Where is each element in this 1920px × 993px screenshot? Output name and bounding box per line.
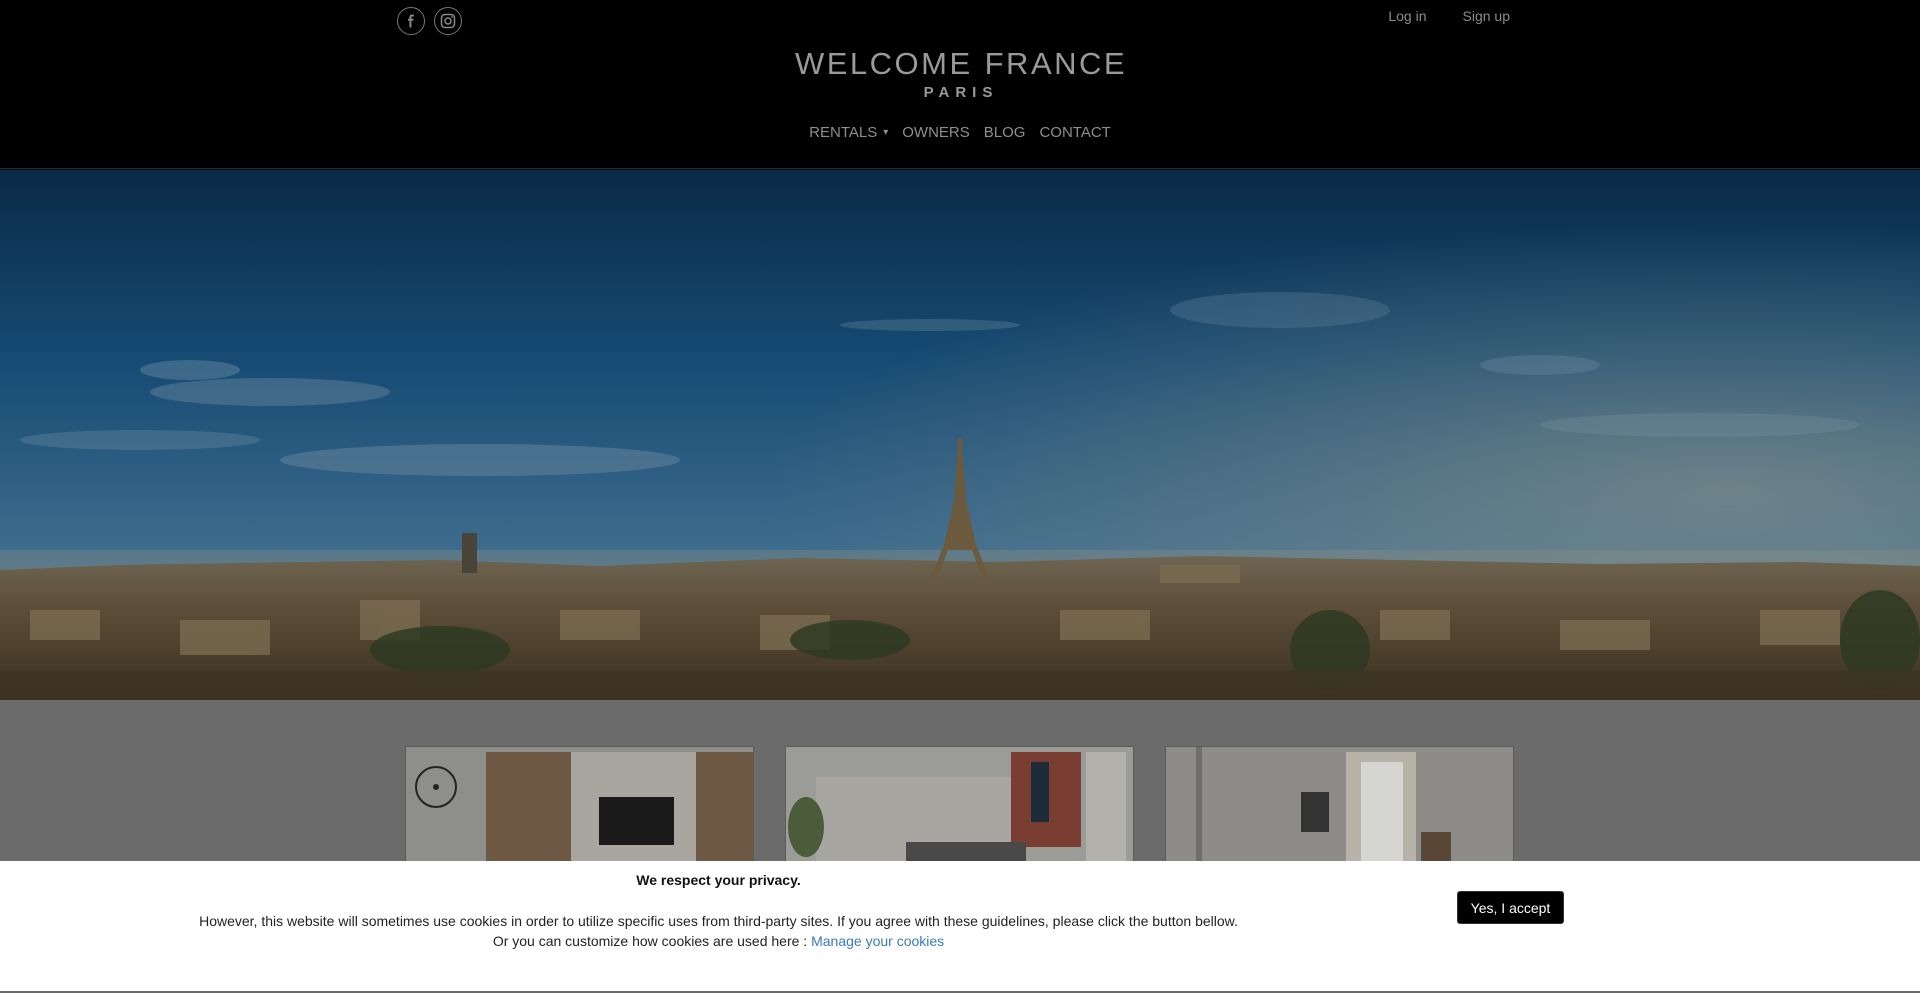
- cookie-line-2: Or you can customize how cookies are use…: [0, 931, 1437, 951]
- nav-blog[interactable]: BLOG: [984, 124, 1026, 141]
- cookie-title: We respect your privacy.: [636, 872, 801, 888]
- main-nav: RENTALS ▾ OWNERS BLOG CONTACT: [0, 124, 1920, 141]
- hero-banner: [0, 170, 1920, 700]
- cookie-message: However, this website will sometimes use…: [0, 911, 1437, 951]
- nav-contact[interactable]: CONTACT: [1039, 124, 1110, 141]
- logo-text-left: WELCOME: [794, 46, 973, 81]
- listing-card[interactable]: [1165, 746, 1514, 866]
- listing-photo-image: [1166, 747, 1513, 865]
- cookie-banner: We respect your privacy. However, this w…: [0, 861, 1920, 991]
- site-logo[interactable]: WELCOME 2 FRANCE PARIS: [794, 46, 1128, 110]
- auth-links: Log in Sign up: [1388, 8, 1510, 24]
- paris-skyline-image: [0, 170, 1920, 700]
- signup-link[interactable]: Sign up: [1463, 8, 1510, 24]
- cookie-line-2-prefix: Or you can customize how cookies are use…: [492, 933, 812, 949]
- logo-text-right: FRANCE: [984, 46, 1128, 81]
- listing-card[interactable]: [405, 746, 754, 866]
- facebook-icon[interactable]: [397, 7, 425, 35]
- nav-owners[interactable]: OWNERS: [902, 124, 970, 141]
- listing-photo-image: [406, 747, 753, 865]
- listing-photo-image: [786, 747, 1133, 865]
- manage-cookies-link[interactable]: Manage your cookies: [811, 933, 944, 949]
- cookie-line-1: However, this website will sometimes use…: [199, 913, 1238, 929]
- listing-card[interactable]: [785, 746, 1134, 866]
- chevron-down-icon: ▾: [883, 127, 889, 138]
- social-links: [397, 7, 462, 35]
- logo-subtitle: PARIS: [923, 84, 999, 101]
- accept-cookies-button[interactable]: Yes, I accept: [1457, 891, 1564, 924]
- login-link[interactable]: Log in: [1388, 8, 1426, 24]
- nav-rentals-label: RENTALS: [809, 124, 878, 141]
- nav-rentals[interactable]: RENTALS ▾: [809, 124, 888, 141]
- site-header: Log in Sign up WELCOME 2 FRANCE PARIS RE…: [0, 0, 1920, 169]
- instagram-icon[interactable]: [434, 7, 462, 35]
